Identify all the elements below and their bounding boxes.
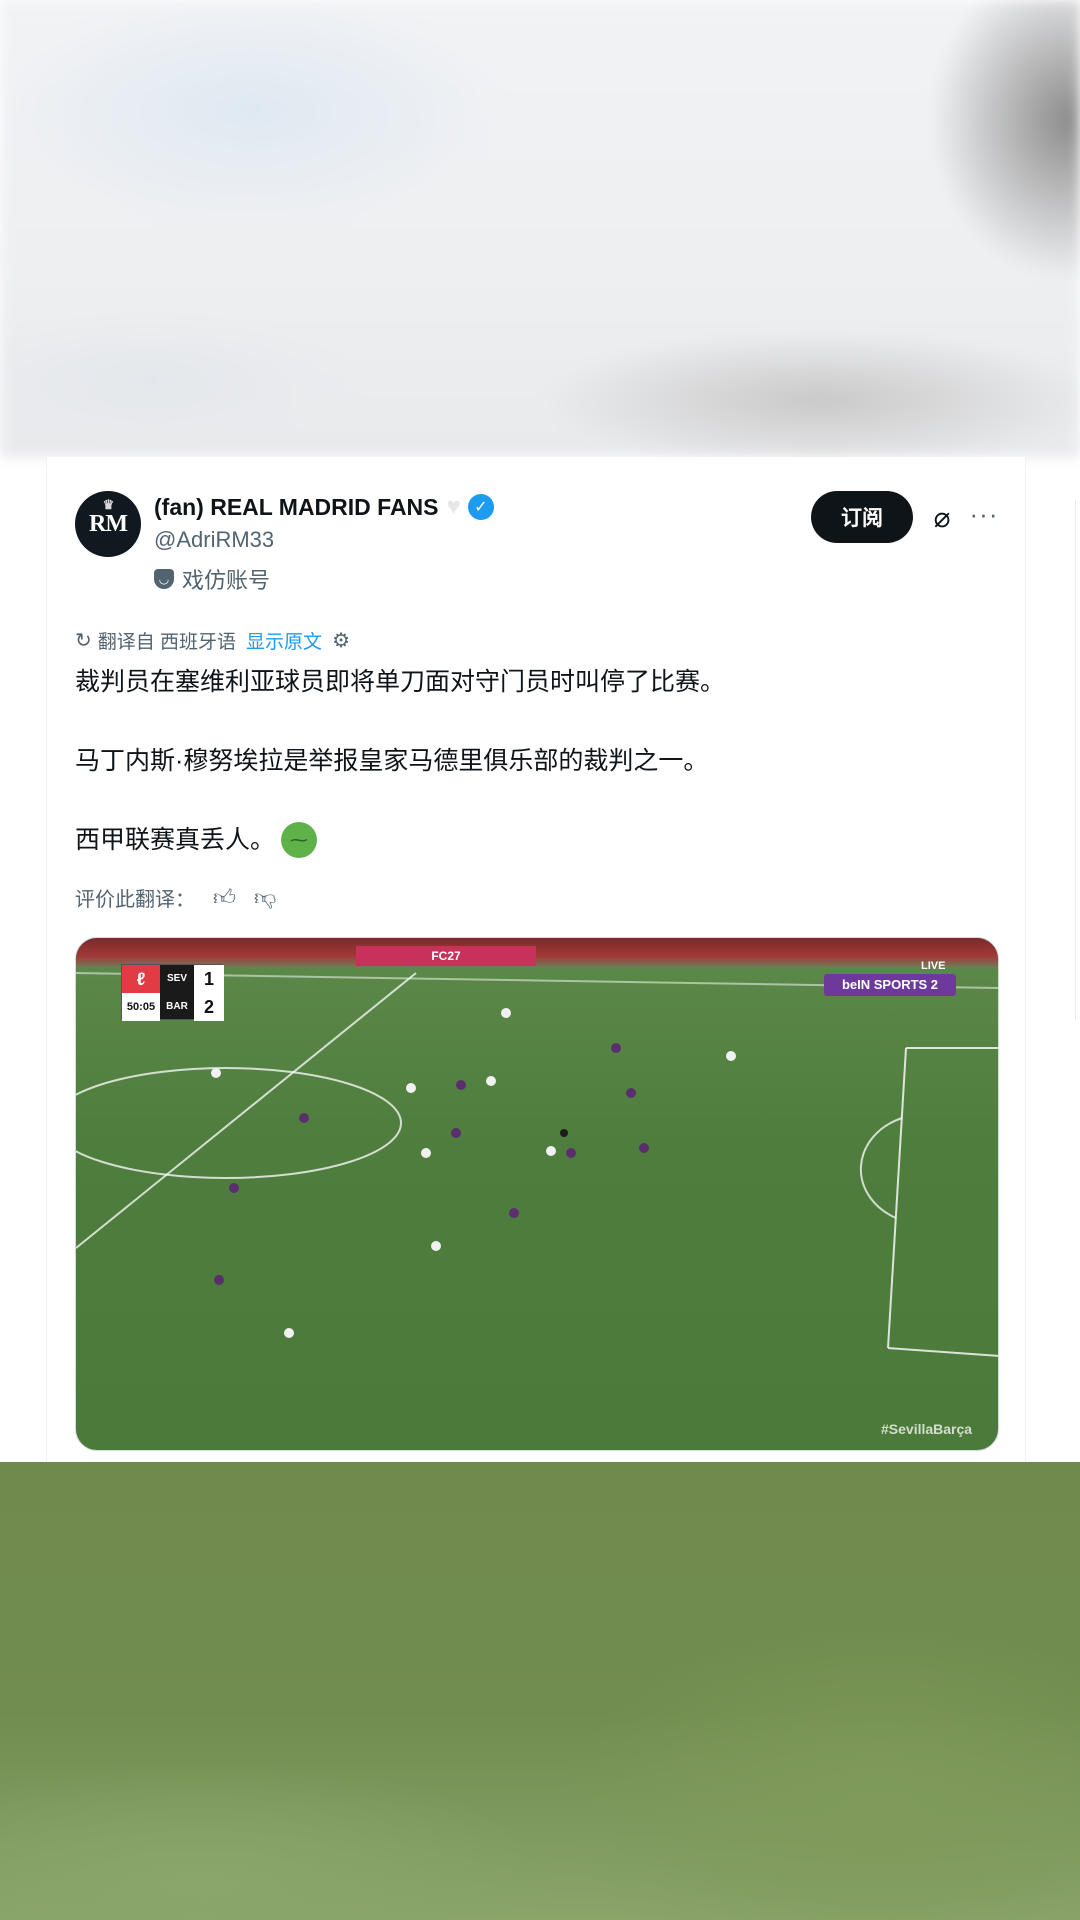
- laliga-logo-icon: ℓ: [122, 965, 160, 993]
- video-hashtag: #SevillaBarça: [881, 1421, 973, 1437]
- show-original-link[interactable]: 显示原文: [246, 627, 322, 654]
- away-score: 2: [194, 993, 224, 1021]
- blurred-background-top: [0, 0, 1080, 457]
- post-line-with-emoji: 西甲联赛真丢人。 ⁓: [75, 820, 995, 860]
- away-team: BAR: [166, 1001, 188, 1012]
- thumbs-down-icon[interactable]: 👎︎: [254, 884, 276, 911]
- post-text: 裁判员在塞维利亚球员即将单刀面对守门员时叫停了比赛。 马丁内斯·穆努埃拉是举报皇…: [75, 662, 995, 860]
- mask-icon: ◡: [154, 569, 174, 589]
- avatar[interactable]: ♛ RM: [75, 491, 141, 557]
- crown-icon: ♛: [102, 497, 115, 512]
- nauseated-face-icon: ⁓: [281, 822, 318, 858]
- author-name[interactable]: (fan) REAL MADRID FANS: [154, 494, 439, 521]
- rate-translation-row: 评价此翻译： 👍︎ 👎︎: [75, 883, 276, 912]
- more-options-icon[interactable]: ···: [967, 499, 1001, 533]
- scoreboard: ℓ 50:05 SEV BAR 1 2: [121, 964, 224, 1021]
- post-card[interactable]: ♛ RM (fan) REAL MADRID FANS ♥ ✓ @AdriRM3…: [46, 457, 1026, 1462]
- home-team: SEV: [166, 973, 187, 984]
- post-line: 裁判员在塞维利亚球员即将单刀面对守门员时叫停了比赛。: [75, 668, 726, 696]
- post-line: 西甲联赛真丢人。: [75, 826, 276, 854]
- avatar-initials: RM: [89, 510, 128, 537]
- verified-badge-icon: ✓: [467, 494, 494, 520]
- author-name-row[interactable]: (fan) REAL MADRID FANS ♥ ✓: [154, 493, 494, 521]
- gear-icon[interactable]: ⚙: [332, 628, 350, 653]
- translation-bar: ↻ 翻译自 西班牙语 显示原文 ⚙: [75, 627, 350, 654]
- subscribe-button[interactable]: 订阅: [811, 491, 913, 543]
- match-clock: 50:05: [122, 993, 160, 1021]
- parody-label: ◡ 戏仿账号: [154, 563, 270, 595]
- thumbs-up-icon[interactable]: 👍︎: [213, 884, 236, 911]
- adjacent-column-edge: [1075, 500, 1080, 1020]
- translated-from-label: 翻译自 西班牙语: [97, 632, 237, 653]
- author-handle[interactable]: @AdriRM33: [154, 527, 274, 553]
- live-label: LIVE: [921, 960, 946, 972]
- broadcaster-logo: beIN SPORTS 2: [824, 974, 956, 996]
- grok-icon[interactable]: ⌀: [925, 501, 959, 535]
- rate-translation-label: 评价此翻译：: [75, 889, 195, 911]
- parody-label-text: 戏仿账号: [182, 568, 271, 593]
- post-line: 马丁内斯·穆努埃拉是举报皇家马德里俱乐部的裁判之一。: [75, 747, 709, 775]
- translate-icon: ↻: [75, 630, 92, 652]
- blurred-background-bottom: [0, 1462, 1080, 1920]
- heart-icon: ♥: [446, 493, 461, 520]
- home-score: 1: [194, 965, 224, 993]
- video-player[interactable]: FC27 ℓ 50:05 SEV BAR 1 2 LIVE beIN SPORT…: [75, 937, 999, 1451]
